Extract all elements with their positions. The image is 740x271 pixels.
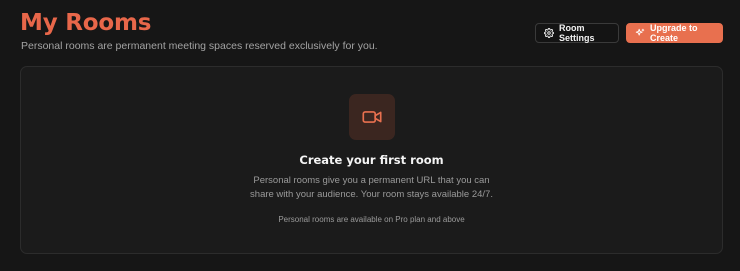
- pro-plan-note: Personal rooms are available on Pro plan…: [278, 215, 465, 224]
- my-rooms-page: My Rooms Personal rooms are permanent me…: [0, 0, 740, 271]
- page-subtitle: Personal rooms are permanent meeting spa…: [21, 40, 378, 52]
- empty-state-description-line-2: share with your audience. Your room stay…: [250, 189, 493, 200]
- room-settings-button[interactable]: Room Settings: [535, 23, 619, 43]
- video-camera-icon: [362, 111, 382, 123]
- empty-state-title: Create your first room: [299, 153, 444, 167]
- upgrade-label: Upgrade to Create: [650, 23, 698, 43]
- sparkle-icon: [635, 28, 645, 36]
- empty-state-icon-tile: [349, 94, 395, 140]
- gear-icon: [544, 28, 554, 38]
- upgrade-to-create-button[interactable]: Upgrade to Create: [626, 23, 723, 43]
- page-title: My Rooms: [20, 10, 152, 36]
- empty-state-description-line-1: Personal rooms give you a permanent URL …: [253, 175, 490, 186]
- room-settings-label: Room Settings: [559, 23, 595, 43]
- empty-state-panel: Create your first room Personal rooms gi…: [20, 66, 723, 254]
- empty-state-description: Personal rooms give you a permanent URL …: [21, 174, 722, 202]
